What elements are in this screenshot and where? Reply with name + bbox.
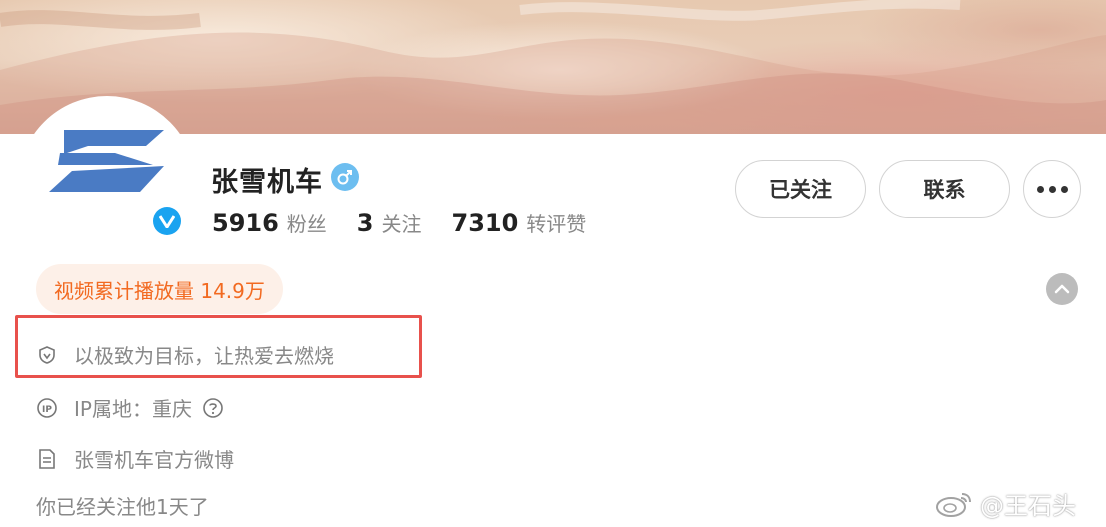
brand-logo bbox=[49, 130, 164, 192]
more-dots-icon bbox=[1036, 185, 1068, 193]
question-icon[interactable] bbox=[202, 397, 224, 419]
ip-icon: IP bbox=[36, 397, 58, 419]
stat-following[interactable]: 3 关注 bbox=[357, 208, 422, 237]
watermark-text: @王石头 bbox=[980, 492, 1076, 520]
male-icon bbox=[331, 163, 359, 191]
ip-location-text: IP属地：重庆 bbox=[74, 397, 192, 421]
stat-label: 关注 bbox=[381, 212, 422, 236]
contact-button[interactable]: 联系 bbox=[879, 160, 1010, 218]
highlight-annotation-box bbox=[15, 315, 422, 378]
collapse-button[interactable] bbox=[1046, 273, 1078, 305]
avatar[interactable] bbox=[18, 96, 196, 274]
chevron-up-icon bbox=[1054, 284, 1070, 294]
svg-text:IP: IP bbox=[42, 405, 52, 415]
stat-followers[interactable]: 5916 粉丝 bbox=[212, 208, 327, 237]
official-desc-row: 张雪机车官方微博 bbox=[36, 444, 234, 473]
followed-button[interactable]: 已关注 bbox=[735, 160, 866, 218]
profile-stats: 5916 粉丝 3 关注 7310 转评赞 bbox=[212, 208, 616, 237]
video-play-count-badge: 视频累计播放量 14.9万 bbox=[36, 264, 283, 314]
stat-label: 转评赞 bbox=[526, 212, 587, 236]
stat-label: 粉丝 bbox=[286, 212, 327, 236]
stat-number: 5916 bbox=[212, 209, 279, 237]
weibo-logo-icon bbox=[934, 489, 974, 519]
stat-interactions[interactable]: 7310 转评赞 bbox=[452, 208, 587, 237]
ip-location-row: IP IP属地：重庆 bbox=[36, 393, 224, 422]
official-desc-text: 张雪机车官方微博 bbox=[74, 448, 234, 472]
stat-number: 3 bbox=[356, 209, 374, 237]
more-button[interactable] bbox=[1023, 160, 1081, 218]
follow-duration-text: 你已经关注他1天了 bbox=[36, 495, 209, 519]
stat-number: 7310 bbox=[451, 209, 519, 237]
profile-name: 张雪机车 bbox=[211, 167, 323, 198]
verified-v-icon bbox=[150, 204, 184, 238]
document-icon bbox=[36, 448, 58, 470]
weibo-watermark: @王石头 bbox=[934, 486, 1076, 521]
